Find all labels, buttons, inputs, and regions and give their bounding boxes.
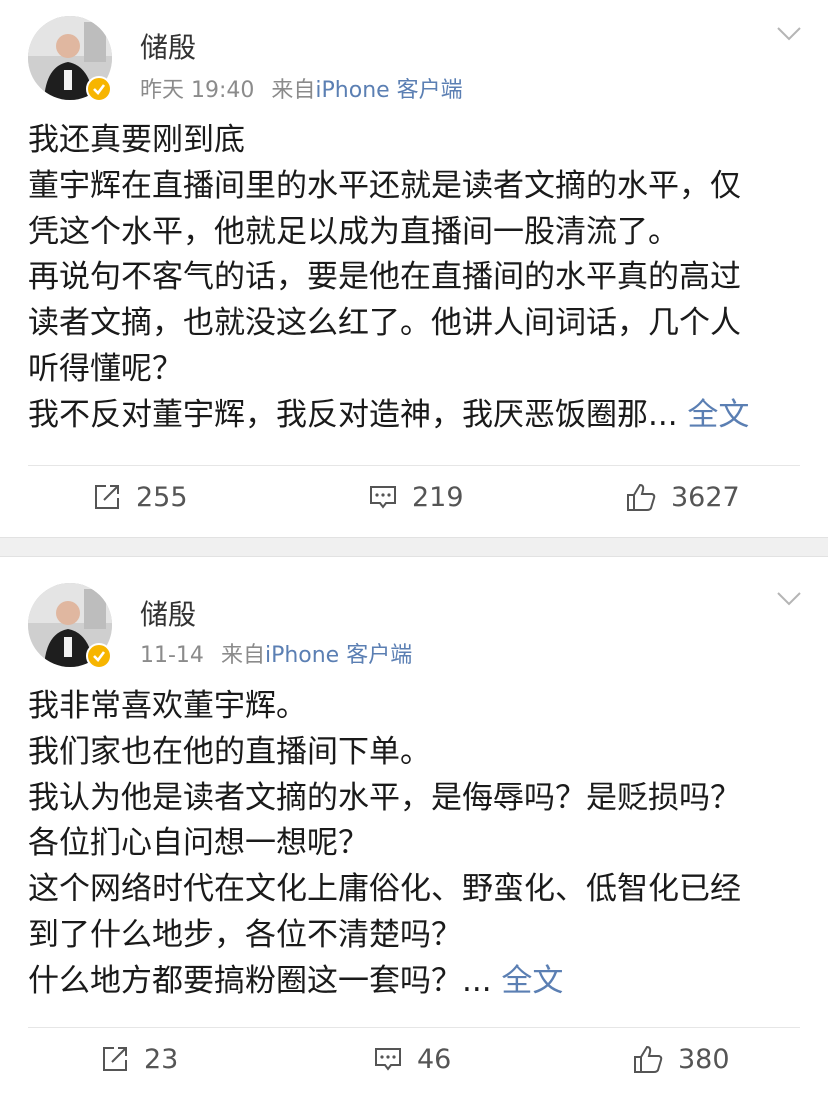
comment-button[interactable]: 46 xyxy=(373,1029,451,1089)
post-line: 什么地方都要搞粉圈这一套吗？... xyxy=(28,962,492,999)
like-button[interactable]: 380 xyxy=(632,1029,730,1089)
author-name[interactable]: 储殷 xyxy=(140,26,196,66)
full-text-link[interactable]: 全文 xyxy=(501,963,563,999)
post-line: 这个网络时代在文化上庸俗化、野蛮化、低智化已经 xyxy=(28,871,741,908)
post-body[interactable]: 我还真要刚到底 董宇辉在直播间里的水平还就是读者文摘的水平，仅 凭这个水平，他就… xyxy=(28,118,798,439)
full-text-link[interactable]: 全文 xyxy=(687,397,749,433)
source-prefix: 来自 xyxy=(271,78,316,103)
post-meta: 昨天 19:40 来自iPhone 客户端 xyxy=(140,72,463,104)
post-line-last: 我不反对董宇辉，我反对造神，我厌恶饭圈那... 全文 xyxy=(28,393,798,439)
post-line: 各位扪心自问想一想呢？ xyxy=(28,825,369,862)
post-line: 凭这个水平，他就足以成为直播间一股清流了。 xyxy=(28,213,679,250)
post-separator xyxy=(0,537,828,557)
repost-button[interactable]: 255 xyxy=(92,467,188,527)
post-line: 我不反对董宇辉，我反对造神，我厌恶饭圈那... xyxy=(28,396,678,433)
like-button[interactable]: 3627 xyxy=(625,467,740,527)
post-line: 我认为他是读者文摘的水平，是侮辱吗？是贬损吗？ xyxy=(28,779,741,816)
weibo-post: 储殷 昨天 19:40 来自iPhone 客户端 我还真要刚到底 董宇辉在直播间… xyxy=(0,0,828,537)
divider xyxy=(28,1027,800,1028)
repost-button[interactable]: 23 xyxy=(100,1029,178,1089)
post-line: 读者文摘，也就没这么红了。他讲人间词话，几个人 xyxy=(28,305,741,342)
verified-badge-icon xyxy=(86,643,112,669)
repost-icon xyxy=(103,1047,127,1071)
verified-badge-icon xyxy=(86,76,112,102)
author-name[interactable]: 储殷 xyxy=(140,593,196,633)
post-body[interactable]: 我非常喜欢董宇辉。 我们家也在他的直播间下单。 我认为他是读者文摘的水平，是侮辱… xyxy=(28,684,798,1005)
post-line: 我还真要刚到底 xyxy=(28,122,245,158)
post-line-last: 什么地方都要搞粉圈这一套吗？... 全文 xyxy=(28,959,798,1005)
post-line: 我们家也在他的直播间下单。 xyxy=(28,733,431,770)
post-line: 到了什么地步，各位不清楚吗？ xyxy=(28,916,462,953)
post-line: 听得懂呢？ xyxy=(28,350,183,387)
post-source[interactable]: iPhone 客户端 xyxy=(265,643,412,668)
action-bar: 255 219 3627 xyxy=(0,467,828,527)
chevron-down-icon[interactable] xyxy=(776,26,802,42)
chevron-down-icon[interactable] xyxy=(776,591,802,607)
weibo-post: 储殷 11-14 来自iPhone 客户端 我非常喜欢董宇辉。 我们家也在他的直… xyxy=(0,557,828,1098)
post-source[interactable]: iPhone 客户端 xyxy=(315,78,462,103)
repost-count: 23 xyxy=(144,1043,179,1075)
repost-count: 255 xyxy=(136,481,188,513)
post-line: 董宇辉在直播间里的水平还就是读者文摘的水平，仅 xyxy=(28,167,741,204)
comment-button[interactable]: 219 xyxy=(368,467,464,527)
comment-icon xyxy=(370,486,396,509)
post-time: 昨天 19:40 xyxy=(140,78,255,103)
like-icon xyxy=(634,1045,663,1073)
like-icon xyxy=(627,483,656,511)
comment-count: 46 xyxy=(417,1043,452,1075)
comment-count: 219 xyxy=(412,481,464,513)
repost-icon xyxy=(95,485,119,509)
like-count: 3627 xyxy=(671,481,740,513)
like-count: 380 xyxy=(678,1043,730,1075)
post-line: 我非常喜欢董宇辉。 xyxy=(28,688,307,724)
divider xyxy=(28,465,800,466)
post-time: 11-14 xyxy=(140,643,204,668)
comment-icon xyxy=(375,1048,401,1071)
source-prefix: 来自 xyxy=(220,643,265,668)
post-meta: 11-14 来自iPhone 客户端 xyxy=(140,637,412,669)
post-line: 再说句不客气的话，要是他在直播间的水平真的高过 xyxy=(28,259,741,296)
action-bar: 23 46 380 xyxy=(0,1029,828,1089)
